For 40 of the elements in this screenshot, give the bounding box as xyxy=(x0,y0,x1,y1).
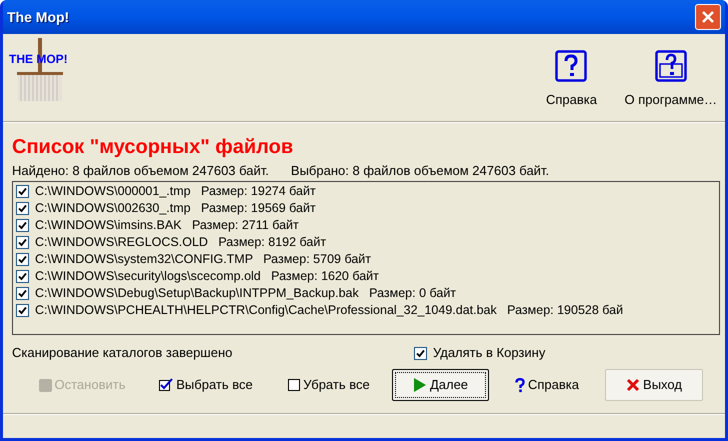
file-list-item[interactable]: C:\WINDOWS\PCHEALTH\HELPCTR\Config\Cache\Professional_32_1049.dat.bak Размер: 190528 бай xyxy=(16,302,719,319)
window-title: The Mop! xyxy=(7,8,70,27)
help-window-icon xyxy=(654,50,687,82)
file-list-item[interactable]: C:\WINDOWS\system32\CONFIG.TMP Размер: 5709 байт xyxy=(16,251,719,268)
close-icon xyxy=(626,378,640,392)
play-icon xyxy=(412,377,427,393)
help-button[interactable]: Справка xyxy=(497,369,597,401)
checkbox[interactable] xyxy=(16,253,29,266)
list-heading: Список "мусорных" файлов xyxy=(12,135,294,159)
checkbox[interactable] xyxy=(16,185,29,198)
exit-button[interactable]: Выход xyxy=(605,369,703,401)
checkbox[interactable] xyxy=(16,219,29,232)
about-button[interactable]: О программе… xyxy=(620,50,721,110)
select-all-button[interactable]: Выбрать все xyxy=(146,369,266,401)
file-list-item[interactable]: C:\WINDOWS\security\logs\scecomp.old Размер: 1620 байт xyxy=(16,268,719,285)
file-list-item[interactable]: C:\WINDOWS\Debug\Setup\Backup\INTPPM_Backup.bak Размер: 0 байт xyxy=(16,285,719,302)
question-icon xyxy=(515,378,525,392)
empty-box-icon xyxy=(288,379,300,391)
next-button[interactable]: Далее xyxy=(392,369,489,401)
selected-summary: Выбрано: 8 файлов объемом 247603 байт. xyxy=(290,163,550,179)
found-summary: Найдено: 8 файлов объемом 247603 байт. xyxy=(12,163,269,179)
file-list-item[interactable]: C:\WINDOWS\REGLOCS.OLD Размер: 8192 байт xyxy=(16,234,719,251)
checkbox[interactable] xyxy=(16,202,29,215)
help-icon xyxy=(555,50,588,82)
status-text: Сканирование каталогов завершено xyxy=(12,344,234,362)
file-list-item[interactable]: C:\WINDOWS\002630_.tmp Размер: 19569 байт xyxy=(16,200,719,217)
file-list-item[interactable]: C:\WINDOWS\imsins.BAK Размер: 2711 байт xyxy=(16,217,719,234)
close-button[interactable] xyxy=(695,4,721,30)
checkbox[interactable] xyxy=(16,236,29,249)
close-icon xyxy=(701,10,715,24)
stop-icon xyxy=(38,378,52,392)
checked-box-icon xyxy=(159,378,174,392)
checkbox[interactable] xyxy=(16,304,29,317)
checkbox[interactable] xyxy=(414,346,427,360)
checkbox[interactable] xyxy=(16,287,29,300)
checkbox[interactable] xyxy=(16,270,29,283)
file-list-item[interactable]: C:\WINDOWS\000001_.tmp Размер: 19274 байт xyxy=(16,183,719,200)
clear-all-button[interactable]: Убрать все xyxy=(274,369,384,401)
recycle-checkbox[interactable]: Удалять в Корзину xyxy=(414,343,546,363)
help-button[interactable]: Справка xyxy=(536,50,606,110)
